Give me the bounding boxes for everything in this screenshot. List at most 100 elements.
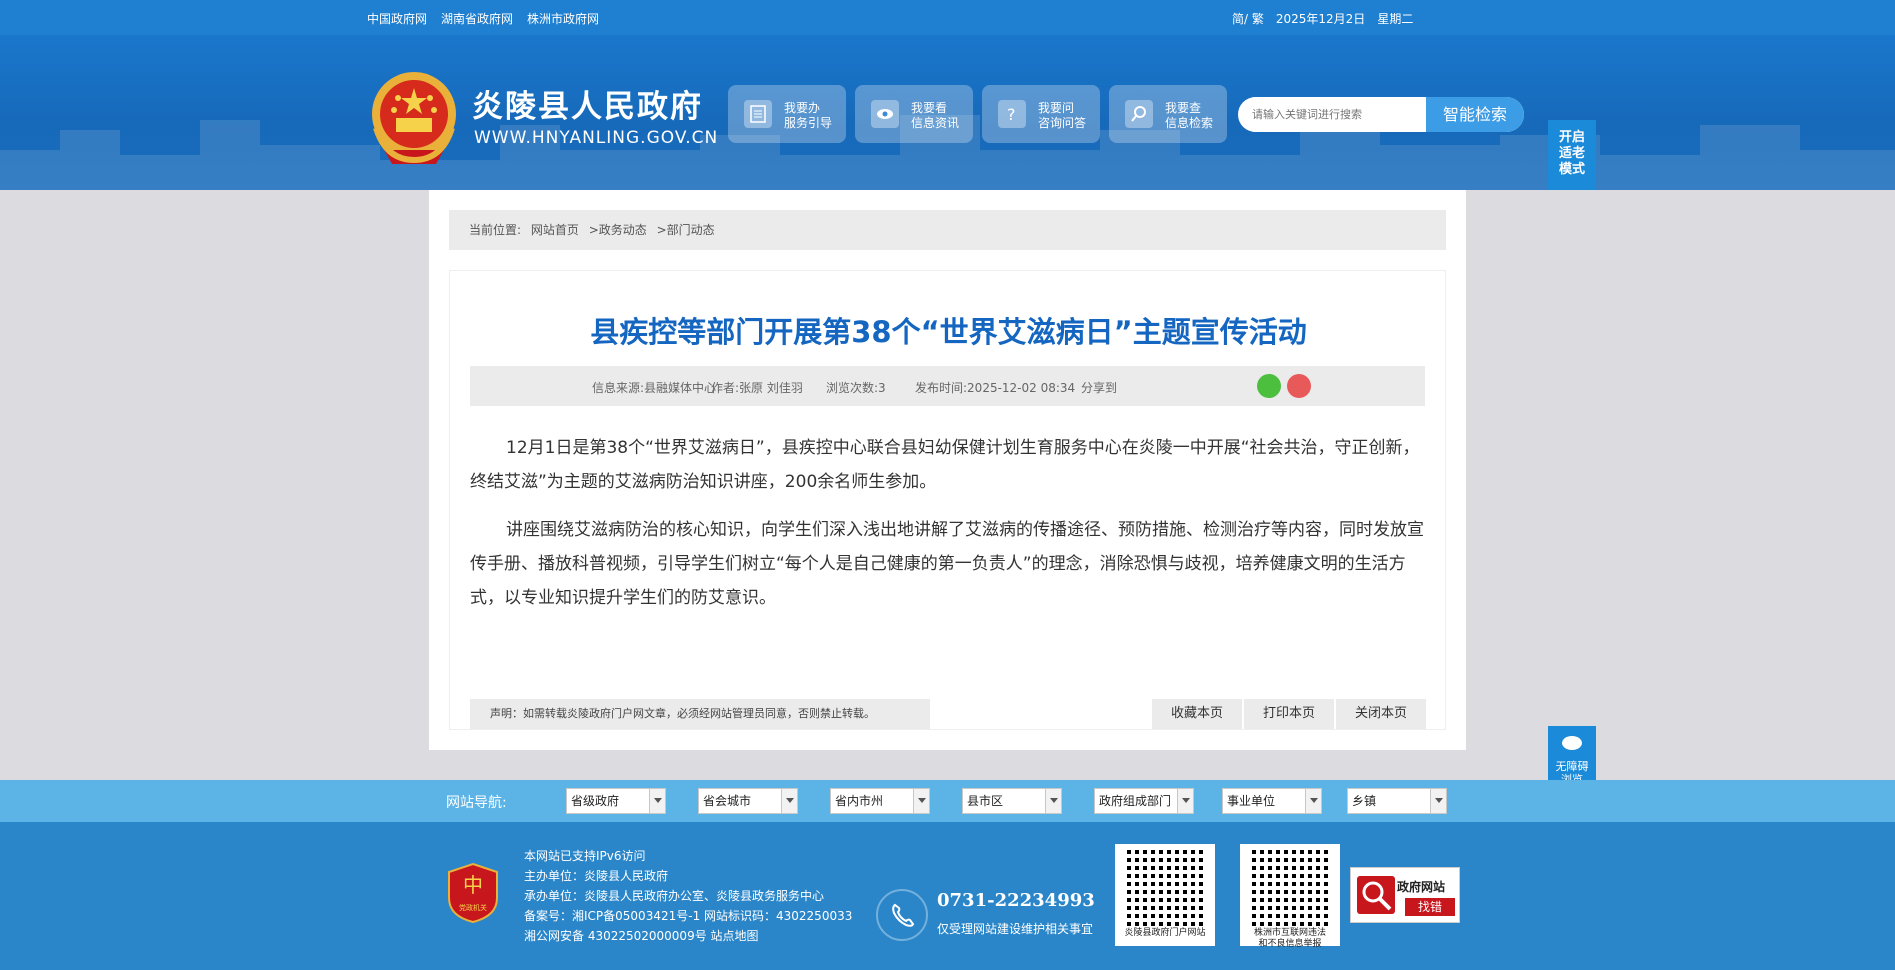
service-sub-4: 信息检索 xyxy=(1165,116,1214,130)
site-domain: WWW.HNYANLING.GOV.CN xyxy=(474,128,719,148)
service-button-handle[interactable]: 我要办 服务引导 xyxy=(728,85,846,143)
question-icon: ? xyxy=(998,100,1026,128)
select-counties[interactable]: 县市区 xyxy=(962,788,1062,814)
qr-caption: 株洲市互联网违法 和不良信息举报 xyxy=(1240,928,1340,950)
link-hunan-gov[interactable]: 湖南省政府网 xyxy=(441,10,513,27)
select-value: 省内市州 xyxy=(835,794,884,808)
chevron-down-icon xyxy=(913,789,929,813)
elder-mode-button[interactable]: 开启适老模式 xyxy=(1548,120,1596,190)
article-actions: 收藏本页 打印本页 关闭本页 xyxy=(1152,699,1426,729)
top-right: 简/ 繁 2025年12月2日 星期二 xyxy=(1232,10,1413,27)
lang-switch[interactable]: 简/ 繁 xyxy=(1232,10,1264,27)
magnifier-icon xyxy=(1357,876,1395,914)
search-icon xyxy=(1125,100,1153,128)
qr-code-portal: 炎陵县政府门户网站 xyxy=(1115,844,1215,946)
site-nav-strip: 网站导航: 省级政府 省会城市 省内市州 县市区 政府组成部门 事业单位 乡镇 xyxy=(0,780,1895,822)
article-body: 12月1日是第38个“世界艾滋病日”，县疾控中心联合县妇幼保健计划生育服务中心在… xyxy=(470,431,1425,629)
footer-info-line[interactable]: 备案号：湘ICP备05003421号-1 网站标识码：4302250033 xyxy=(524,906,852,926)
site-footer: 中 党政机关 本网站已支持IPv6访问 主办单位：炎陵县人民政府 承办单位：炎陵… xyxy=(0,822,1895,970)
close-page-button[interactable]: 关闭本页 xyxy=(1336,699,1426,729)
badge-text: 党政机关 xyxy=(459,903,487,912)
article-title: 县疾控等部门开展第38个“世界艾滋病日”主题宣传活动 xyxy=(590,315,1307,349)
accessibility-button[interactable]: 无障碍 浏览 xyxy=(1548,726,1596,786)
select-provincial-gov[interactable]: 省级政府 xyxy=(566,788,666,814)
national-emblem-icon xyxy=(372,72,456,164)
select-province-cities[interactable]: 省内市州 xyxy=(830,788,930,814)
weibo-share-icon[interactable] xyxy=(1287,374,1311,398)
select-gov-departments[interactable]: 政府组成部门 xyxy=(1094,788,1194,814)
breadcrumb-home[interactable]: 网站首页 xyxy=(531,223,579,237)
top-bar: 中国政府网 湖南省政府网 株洲市政府网 简/ 繁 2025年12月2日 星期二 xyxy=(0,0,1895,35)
report-error-button[interactable]: 政府网站 找错 xyxy=(1350,867,1460,923)
site-header: 炎陵县人民政府 WWW.HNYANLING.GOV.CN 我要办 服务引导 我要… xyxy=(0,35,1895,190)
qr-code-report: 株洲市互联网违法 和不良信息举报 xyxy=(1240,844,1340,949)
meta-source: 信息来源:县融媒体中心 xyxy=(592,381,717,395)
eye-icon xyxy=(871,100,899,128)
hotline-note: 仅受理网站建设维护相关事宜 xyxy=(937,922,1094,936)
footer-info-line[interactable]: 湘公网安备 43022502000009号 站点地图 xyxy=(524,926,852,946)
select-institutions[interactable]: 事业单位 xyxy=(1222,788,1322,814)
footer-info-line: 主办单位：炎陵县人民政府 xyxy=(524,869,669,883)
article-meta: 信息来源:县融媒体中心 作者:张原 刘佳羽 浏览次数:3 发布时间:2025-1… xyxy=(470,366,1425,406)
select-value: 县市区 xyxy=(967,794,1004,808)
meta-author: 作者:张原 刘佳羽 xyxy=(711,381,803,395)
eye-icon xyxy=(1562,736,1582,750)
site-name: 炎陵县人民政府 xyxy=(472,89,703,125)
meta-published: 发布时间:2025-12-02 08:34 xyxy=(915,381,1076,395)
bookmark-button[interactable]: 收藏本页 xyxy=(1152,699,1242,729)
chevron-down-icon xyxy=(649,789,665,813)
select-value: 政府组成部门 xyxy=(1099,794,1172,808)
select-value: 乡镇 xyxy=(1352,794,1377,808)
select-value: 事业单位 xyxy=(1227,794,1276,808)
print-button[interactable]: 打印本页 xyxy=(1244,699,1334,729)
service-button-ask[interactable]: ? 我要问 咨询问答 xyxy=(982,85,1100,143)
qr-code-icon xyxy=(1127,850,1203,926)
service-sub-1: 服务引导 xyxy=(784,116,833,130)
meta-share-label: 分享到 xyxy=(1081,381,1118,395)
search-box: 智能检索 xyxy=(1238,97,1524,132)
footer-info-line: 本网站已支持IPv6访问 xyxy=(524,849,646,863)
qr-caption-line1: 株洲市互联网违法 xyxy=(1253,928,1326,938)
footer-info-line: 承办单位：炎陵县人民政府办公室、炎陵县政务服务中心 xyxy=(524,889,825,903)
chevron-down-icon xyxy=(1045,789,1061,813)
svg-text:中: 中 xyxy=(463,873,483,897)
wechat-share-icon[interactable] xyxy=(1257,374,1281,398)
chevron-down-icon xyxy=(1430,789,1446,813)
report-sub-label: 找错 xyxy=(1405,898,1455,916)
article-paragraph: 12月1日是第38个“世界艾滋病日”，县疾控中心联合县妇幼保健计划生育服务中心在… xyxy=(470,438,1420,492)
select-capital-cities[interactable]: 省会城市 xyxy=(698,788,798,814)
link-zhuzhou-gov[interactable]: 株洲市政府网 xyxy=(527,10,599,27)
meta-views: 浏览次数:3 xyxy=(826,381,886,395)
link-gov-cn[interactable]: 中国政府网 xyxy=(367,10,427,27)
phone-icon xyxy=(876,889,928,941)
svg-text:?: ? xyxy=(1007,105,1016,124)
site-nav-label: 网站导航: xyxy=(446,795,507,811)
service-button-view[interactable]: 我要看 信息资讯 xyxy=(855,85,973,143)
qr-caption: 炎陵县政府门户网站 xyxy=(1124,928,1206,938)
current-date: 2025年12月2日 xyxy=(1275,12,1366,26)
service-button-lookup[interactable]: 我要查 信息检索 xyxy=(1109,85,1227,143)
service-sub-3: 咨询问答 xyxy=(1038,116,1087,130)
breadcrumb-news[interactable]: >政务动态 xyxy=(589,223,647,237)
select-towns[interactable]: 乡镇 xyxy=(1347,788,1447,814)
qr-caption-line2: 和不良信息举报 xyxy=(1258,939,1322,949)
article-paragraph: 讲座围绕艾滋病防治的核心知识，向学生们深入浅出地讲解了艾滋病的传播途径、预防措施… xyxy=(470,520,1424,608)
current-weekday: 星期二 xyxy=(1377,12,1414,26)
qr-code-icon xyxy=(1252,850,1328,926)
breadcrumb: 当前位置: 网站首页 >政务动态 >部门动态 xyxy=(449,210,1446,250)
reprint-notice: 声明：如需转载炎陵政府门户网文章，必须经网站管理员同意，否则禁止转载。 xyxy=(470,699,930,729)
footer-info: 本网站已支持IPv6访问 主办单位：炎陵县人民政府 承办单位：炎陵县人民政府办公… xyxy=(524,846,852,946)
hotline-number: 0731-22234993 xyxy=(937,890,1095,911)
chevron-down-icon xyxy=(1305,789,1321,813)
select-value: 省级政府 xyxy=(571,794,620,808)
chevron-down-icon xyxy=(781,789,797,813)
service-sub-2: 信息资讯 xyxy=(911,116,960,130)
breadcrumb-dept[interactable]: >部门动态 xyxy=(657,223,715,237)
accessibility-label-1: 无障碍 xyxy=(1555,760,1589,773)
smart-search-button[interactable]: 智能检索 xyxy=(1426,97,1524,132)
select-value: 省会城市 xyxy=(703,794,752,808)
search-input[interactable] xyxy=(1252,97,1412,132)
party-gov-badge-icon[interactable]: 中 党政机关 xyxy=(447,862,499,924)
elder-mode-label: 开启适老模式 xyxy=(1558,130,1585,177)
article: 县疾控等部门开展第38个“世界艾滋病日”主题宣传活动 信息来源:县融媒体中心 作… xyxy=(449,270,1446,730)
